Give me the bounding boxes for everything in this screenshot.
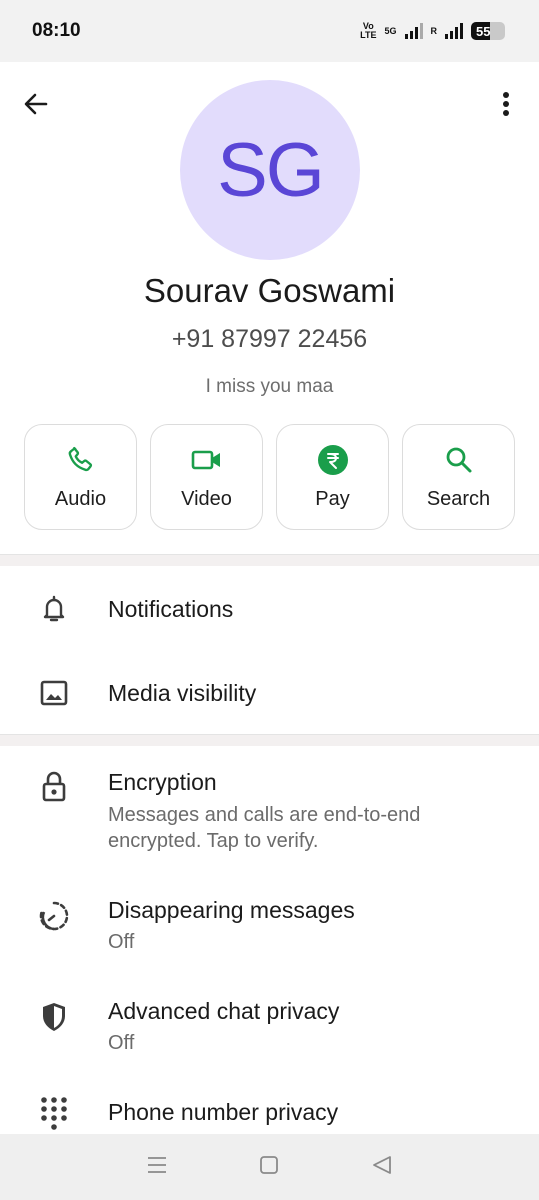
home-button[interactable] [259,1155,279,1180]
video-label: Video [181,487,232,510]
network-5g-label: 5G [384,26,397,36]
bell-icon [38,593,70,625]
video-icon [191,444,223,476]
encryption-row[interactable]: Encryption Messages and calls are end-to… [0,746,539,868]
more-options-button[interactable] [494,88,518,120]
advanced-chat-privacy-row[interactable]: Advanced chat privacy Off [0,981,539,1081]
advanced-chat-privacy-title: Advanced chat privacy [108,998,340,1024]
recents-button[interactable] [146,1155,168,1180]
phone-number-privacy-row[interactable]: Phone number privacy [0,1082,539,1134]
disappearing-messages-status: Off [108,931,135,953]
section-divider-2 [0,734,539,746]
search-button[interactable]: Search [402,424,515,530]
search-label: Search [426,487,491,510]
system-nav-bar [0,1134,539,1200]
audio-label: Audio [54,487,107,510]
back-button[interactable] [20,88,52,120]
contact-about: I miss you maa [205,376,334,397]
shield-icon [38,1001,70,1033]
avatar[interactable]: SG [180,80,360,260]
signal-icon-2 [445,23,463,39]
encryption-subtitle: Messages and calls are end-to-end encryp… [108,804,421,852]
advanced-chat-privacy-status: Off [108,1032,135,1054]
menu-icon [147,1156,166,1173]
pay-button[interactable]: Pay [276,424,389,530]
square-icon [260,1155,279,1174]
disappearing-messages-row[interactable]: Disappearing messages Off [0,880,539,980]
triangle-back-icon [373,1155,392,1174]
phone-icon [65,444,97,476]
search-icon [443,444,475,476]
media-visibility-title: Media visibility [108,680,257,706]
disappearing-messages-title: Disappearing messages [108,897,355,923]
contact-phone: +91 87997 22456 [171,325,368,353]
image-icon [38,677,70,709]
battery-icon: 55 [471,22,505,40]
notifications-title: Notifications [108,596,234,622]
status-time: 08:10 [32,20,81,41]
timer-icon [38,900,70,932]
audio-call-button[interactable]: Audio [24,424,137,530]
pay-label: Pay [315,487,350,510]
status-bar: 08:10 Vo LTE 5G R 55 [0,0,539,62]
more-vert-icon [503,92,509,116]
arrow-left-icon [24,93,48,115]
section-divider [0,554,539,566]
notifications-row[interactable]: Notifications [0,567,539,651]
encryption-title: Encryption [108,769,217,795]
lock-icon [38,770,70,802]
signal-icon [404,23,423,39]
rupee-icon [317,444,349,476]
media-visibility-row[interactable]: Media visibility [0,651,539,735]
avatar-initials: SG [217,127,325,213]
back-nav-button[interactable] [371,1155,393,1180]
video-call-button[interactable]: Video [150,424,263,530]
contact-name: Sourav Goswami [143,272,396,309]
battery-level: 55 [476,23,491,39]
volte-indicator: Vo LTE [360,21,377,40]
status-icons: Vo LTE 5G R 55 [360,22,505,40]
roaming-label: R [430,26,438,36]
phone-number-privacy-title: Phone number privacy [108,1099,339,1125]
dialpad-icon [38,1097,70,1130]
action-buttons: Audio Video Pay Search [24,424,515,530]
